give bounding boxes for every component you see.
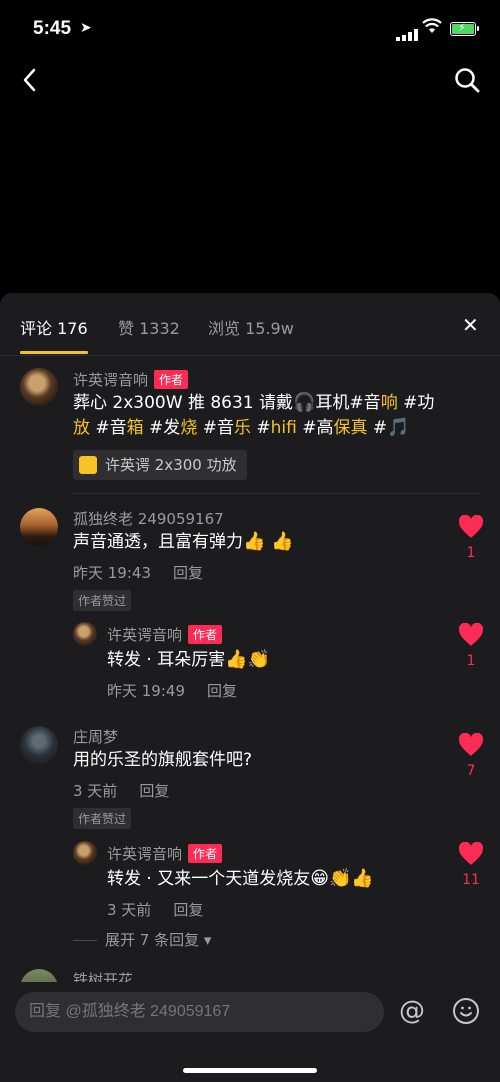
at-icon[interactable]: @: [399, 996, 425, 1026]
reply-meta: 3 天前 回复: [107, 901, 204, 919]
comment-meta: 3 天前 回复: [73, 782, 170, 800]
search-button[interactable]: [453, 66, 481, 94]
like-button[interactable]: 1: [456, 622, 486, 669]
product-link[interactable]: 许英谔 2x300 功放: [73, 450, 247, 480]
emoji-icon[interactable]: [453, 998, 479, 1024]
active-tab-indicator: [20, 351, 88, 354]
comment-user[interactable]: 孤独终老 249059167: [73, 508, 224, 529]
author-tag: 作者: [188, 844, 223, 863]
location-arrow-icon: ➤: [80, 20, 92, 36]
comment-text: 用的乐圣的旗舰套件吧?: [73, 750, 253, 770]
comment-user[interactable]: 庄周梦: [73, 726, 118, 747]
like-count: 7: [466, 763, 476, 779]
heart-icon: [458, 514, 484, 538]
avatar[interactable]: [73, 622, 97, 646]
battery-tip: [477, 26, 479, 31]
post-author[interactable]: 许英谔音响 作者: [73, 369, 189, 390]
music-note-emoji: 🎵: [387, 417, 410, 438]
comment-meta: 昨天 19:43 回复: [73, 564, 204, 582]
tab-likes[interactable]: 赞 1332: [118, 315, 180, 339]
status-time: 5:45: [33, 18, 72, 39]
comment-sheet: 评论 176 赞 1332 浏览 15.9w ✕ 许英谔音响 作者 葬心 2x30…: [0, 293, 500, 1082]
author-liked-badge: 作者赞过: [73, 590, 132, 611]
home-indicator: [183, 1068, 317, 1073]
reply-text: 转发 · 又来一个天道发烧友😁👏👍: [107, 868, 374, 889]
heart-icon: [458, 841, 484, 865]
reply-input-bar: @: [0, 982, 500, 1082]
reply-button[interactable]: 回复: [139, 782, 169, 800]
like-button[interactable]: 7: [456, 732, 486, 779]
search-icon: [455, 68, 480, 93]
post-caption-line1: 葬心 2x300W 推 8631 请戴🎧耳机#音响 #功: [73, 392, 435, 413]
cart-icon: [79, 456, 97, 474]
author-liked-badge: 作者赞过: [73, 808, 132, 829]
back-button[interactable]: [18, 64, 42, 96]
tab-comments[interactable]: 评论 176: [20, 315, 88, 339]
author-tag: 作者: [154, 370, 189, 389]
reply-user[interactable]: 许英谔音响 作者: [107, 624, 223, 645]
reply-text: 转发 · 耳朵厉害👍👏: [107, 649, 271, 670]
headphone-emoji: 🎧: [293, 392, 316, 413]
smiley-face-icon: [460, 1006, 472, 1017]
like-count: 1: [466, 545, 476, 561]
avatar[interactable]: [20, 508, 58, 546]
grin-clap-thumbs-emoji: 😁👏👍: [310, 868, 374, 889]
like-button[interactable]: 1: [456, 514, 486, 561]
avatar[interactable]: [20, 726, 58, 764]
reply-button[interactable]: 回复: [207, 682, 237, 700]
like-count: 11: [462, 872, 480, 888]
post-author-name[interactable]: 许英谔音响: [73, 371, 148, 389]
chevron-down-icon: ▾: [199, 931, 212, 949]
comment-tabs: 评论 176 赞 1332 浏览 15.9w ✕: [0, 293, 500, 356]
reply-button[interactable]: 回复: [173, 901, 203, 919]
heart-icon: [458, 622, 484, 646]
back-chevron-icon: [23, 68, 36, 92]
reply-input[interactable]: [15, 992, 384, 1032]
battery-icon: ⚡: [450, 21, 476, 36]
reply-button[interactable]: 回复: [173, 564, 203, 582]
like-button[interactable]: 11: [456, 841, 486, 888]
like-count: 1: [466, 653, 476, 669]
heart-icon: [458, 732, 484, 756]
cellular-signal-icon: [396, 22, 420, 41]
post-caption-line2: 放 #音箱 #发烧 #音乐 #hifi #高保真 #🎵: [73, 417, 410, 438]
comment-text: 声音通透，且富有弹力👍 👍: [73, 531, 294, 552]
product-name: 许英谔 2x300 功放: [105, 456, 237, 474]
thumbs-up-clap-emoji: 👍👏: [225, 649, 271, 670]
thumbs-up-emoji: 👍 👍: [243, 531, 294, 552]
expand-replies-button[interactable]: 展开 7 条回复 ▾: [73, 929, 211, 950]
avatar[interactable]: [73, 841, 97, 865]
reply-user[interactable]: 许英谔音响 作者: [107, 843, 223, 864]
author-tag: 作者: [188, 625, 223, 644]
divider: [73, 493, 480, 494]
status-bar: 5:45 ➤ ⚡: [0, 0, 500, 60]
reply-meta: 昨天 19:49 回复: [107, 682, 238, 700]
avatar[interactable]: [20, 368, 58, 406]
tab-views[interactable]: 浏览 15.9w: [208, 315, 294, 339]
close-icon[interactable]: ✕: [462, 313, 479, 337]
wifi-icon: [422, 18, 442, 33]
